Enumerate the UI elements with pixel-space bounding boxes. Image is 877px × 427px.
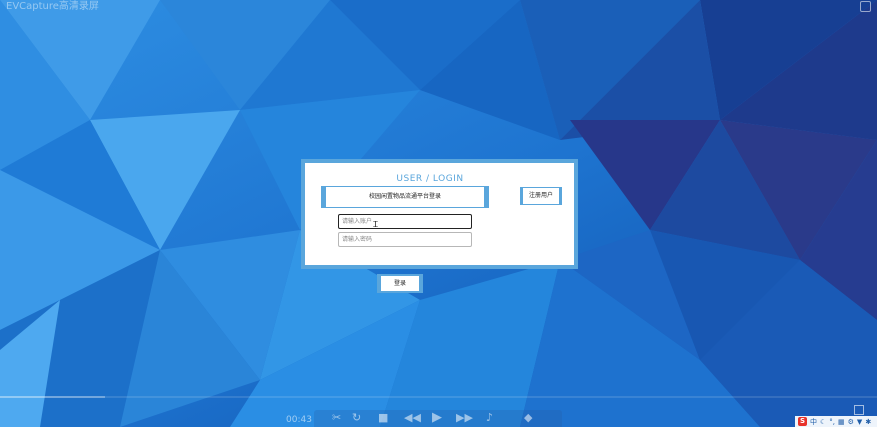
login-panel-inner: USER / LOGIN 校园闲置物品流通平台登录 注册用户 Ꮖ — [305, 163, 574, 265]
login-button[interactable]: 登录 — [377, 274, 423, 293]
player-progress-fill — [0, 396, 106, 398]
keyboard-icon[interactable]: ▦ — [838, 418, 845, 426]
login-panel: USER / LOGIN 校园闲置物品流通平台登录 注册用户 Ꮖ — [301, 159, 578, 269]
account-input[interactable] — [338, 214, 472, 229]
login-title: USER / LOGIN — [396, 174, 464, 184]
register-button[interactable]: 注册用户 — [520, 187, 562, 205]
fast-forward-icon[interactable]: ▶▶ — [456, 411, 473, 424]
sogou-logo-icon[interactable]: S — [798, 417, 807, 426]
platform-banner: 校园闲置物品流通平台登录 — [321, 186, 489, 208]
player-progress-bar[interactable] — [0, 396, 877, 398]
play-icon[interactable]: ▶ — [432, 410, 442, 425]
rewind-icon[interactable]: ◀◀ — [404, 411, 421, 424]
tools-icon[interactable]: ✱ — [865, 418, 871, 426]
password-input[interactable] — [338, 232, 472, 247]
moon-icon[interactable]: ☾ — [820, 418, 826, 426]
crop-icon[interactable]: ✂ — [332, 411, 341, 424]
window-close-icon[interactable] — [860, 1, 871, 12]
player-time: 00:43 — [286, 415, 312, 425]
settings-icon[interactable]: ⚙ — [848, 418, 854, 426]
speed-icon[interactable]: ◆ — [524, 411, 532, 424]
expand-icon[interactable] — [854, 405, 864, 415]
rotate-icon[interactable]: ↻ — [352, 411, 361, 424]
ime-tray: S 中 ☾ °, ▦ ⚙ ▼ ✱ — [795, 416, 877, 427]
player-controls: ✂ ↻ ■ ◀◀ ▶ ▶▶ ♪ ◆ — [314, 410, 562, 427]
text-cursor-icon: Ꮖ — [373, 220, 379, 229]
volume-icon[interactable]: ♪ — [486, 411, 493, 424]
recorder-watermark: EVCapture高清录屏 — [6, 1, 99, 12]
punct-icon[interactable]: °, — [829, 418, 835, 426]
shirt-icon[interactable]: ▼ — [857, 418, 862, 426]
ime-lang[interactable]: 中 — [810, 417, 817, 427]
stop-icon[interactable]: ■ — [378, 411, 388, 424]
